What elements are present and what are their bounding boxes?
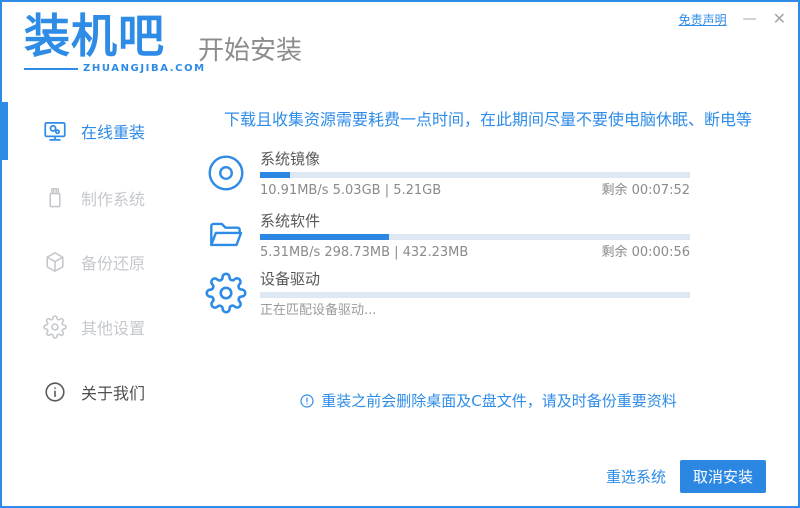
cancel-install-button[interactable]: 取消安装 xyxy=(680,460,766,493)
gear-icon xyxy=(42,314,68,340)
task-name: 系统软件 xyxy=(260,212,321,230)
task-status: 正在匹配设备驱动... xyxy=(260,303,377,318)
app-window: 装机吧 ZHUANGJIBA.COM 开始安装 免责声明 — ✕ 在线重装 制作… xyxy=(0,0,800,508)
progress-bar xyxy=(260,292,690,298)
page-title: 开始安装 xyxy=(198,36,303,66)
backup-box-icon xyxy=(42,249,68,275)
gear-icon xyxy=(205,272,247,314)
progress-bar xyxy=(260,172,690,178)
footer-actions: 重选系统 取消安装 xyxy=(606,460,766,493)
backup-note-text: 重装之前会删除桌面及C盘文件，请及时备份重要资料 xyxy=(321,392,677,410)
logo-domain: ZHUANGJIBA.COM xyxy=(83,63,206,74)
task-row-device-driver: 设备驱动 正在匹配设备驱动... xyxy=(205,270,710,319)
task-stats: 10.91MB/s 5.03GB | 5.21GB xyxy=(260,183,442,198)
minimize-button[interactable]: — xyxy=(743,10,757,28)
folder-icon xyxy=(205,214,247,256)
task-name: 系统镜像 xyxy=(260,150,321,168)
sidebar-item-label: 其他设置 xyxy=(81,319,146,338)
sidebar-item-label: 备份还原 xyxy=(81,254,146,273)
progress-fill xyxy=(260,234,389,240)
info-icon xyxy=(42,379,68,405)
sidebar-item-label: 在线重装 xyxy=(81,123,146,142)
app-logo: 装机吧 ZHUANGJIBA.COM xyxy=(24,10,206,74)
sidebar-item-make-system[interactable]: 制作系统 xyxy=(2,169,182,227)
task-name: 设备驱动 xyxy=(260,270,321,288)
task-stats: 5.31MB/s 298.73MB | 432.23MB xyxy=(260,245,469,260)
disclaimer-link[interactable]: 免责声明 xyxy=(679,11,727,28)
sidebar-item-other-settings[interactable]: 其他设置 xyxy=(2,298,182,356)
progress-bar xyxy=(260,234,690,240)
titlebar-controls: 免责声明 — ✕ xyxy=(679,10,786,28)
sidebar-item-backup-restore[interactable]: 备份还原 xyxy=(2,233,182,291)
logo-wordmark: 装机吧 xyxy=(24,9,165,63)
alert-circle-icon xyxy=(300,393,314,408)
sidebar-item-label: 关于我们 xyxy=(81,384,146,403)
download-warning-text: 下载且收集资源需要耗费一点时间，在此期间尽量不要使电脑休眠、断电等 xyxy=(223,110,752,129)
task-row-system-software: 系统软件 5.31MB/s 298.73MB | 432.23MB 剩余 00:… xyxy=(205,212,710,261)
progress-fill xyxy=(260,172,291,178)
reselect-system-button[interactable]: 重选系统 xyxy=(606,466,666,487)
disc-icon xyxy=(205,152,247,194)
task-remaining: 剩余 00:07:52 xyxy=(601,183,690,198)
sidebar-item-label: 制作系统 xyxy=(81,190,146,209)
task-remaining: 剩余 00:00:56 xyxy=(601,245,690,260)
logo-divider-line xyxy=(24,67,78,70)
close-button[interactable]: ✕ xyxy=(773,10,786,28)
sidebar-item-about-us[interactable]: 关于我们 xyxy=(2,363,182,421)
task-row-system-image: 系统镜像 10.91MB/s 5.03GB | 5.21GB 剩余 00:07:… xyxy=(205,150,710,199)
monitor-icon xyxy=(42,118,68,144)
backup-note: 重装之前会删除桌面及C盘文件，请及时备份重要资料 xyxy=(182,390,794,411)
usb-drive-icon xyxy=(42,185,68,211)
sidebar-item-online-reinstall[interactable]: 在线重装 xyxy=(2,102,182,160)
